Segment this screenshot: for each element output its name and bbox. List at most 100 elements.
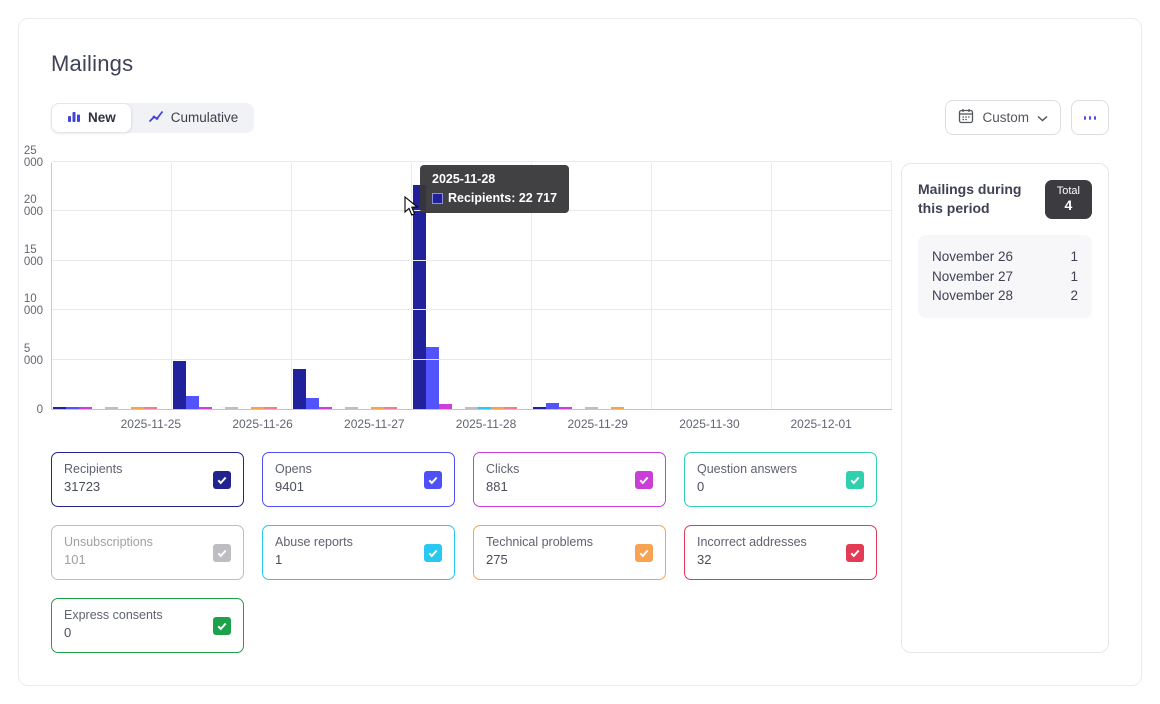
metric-card-incorrect-addresses[interactable]: Incorrect addresses32 [684, 525, 877, 580]
metric-label: Unsubscriptions [64, 535, 231, 549]
bar-opens[interactable] [306, 398, 319, 409]
summary-row-value: 2 [1070, 286, 1078, 306]
bar-opens[interactable] [186, 396, 199, 409]
bar-opens[interactable] [426, 347, 439, 409]
bar-recipients[interactable] [293, 369, 306, 409]
summary-panel: Mailings during this period Total 4 Nove… [901, 163, 1109, 653]
bar-clicks[interactable] [439, 404, 452, 409]
gridline [52, 161, 892, 162]
bar-incorrect-addresses[interactable] [264, 407, 277, 409]
x-axis: 2025-11-252025-11-262025-11-272025-11-28… [95, 410, 877, 431]
bar-clicks[interactable] [319, 407, 332, 409]
metric-checkbox[interactable] [213, 544, 231, 562]
summary-rows: November 261November 271November 282 [918, 235, 1092, 318]
chart-column: 05 00010 00015 00020 00025 000 2025-11-2… [51, 163, 877, 653]
page-title: Mailings [51, 51, 1109, 77]
summary-row-value: 1 [1070, 267, 1078, 287]
bar-unsubscriptions[interactable] [345, 407, 358, 409]
tooltip-text: Recipients: 22 717 [448, 191, 557, 205]
bar-abuse-reports[interactable] [478, 407, 491, 409]
bar-technical-problems[interactable] [251, 407, 264, 409]
bar-incorrect-addresses[interactable] [504, 407, 517, 409]
total-badge: Total 4 [1045, 180, 1092, 219]
metric-checkbox[interactable] [846, 544, 864, 562]
metric-card-question-answers[interactable]: Question answers0 [684, 452, 877, 507]
metric-checkbox[interactable] [846, 471, 864, 489]
bar-opens[interactable] [66, 407, 79, 409]
bar-technical-problems[interactable] [611, 407, 624, 409]
bar-technical-problems[interactable] [131, 407, 144, 409]
y-tick-label: 25 000 [24, 145, 43, 169]
x-tick-label: 2025-11-30 [654, 410, 766, 431]
bar-group-2025-11-26[interactable] [172, 163, 292, 409]
x-tick-label: 2025-11-25 [95, 410, 207, 431]
tooltip-swatch [432, 193, 443, 204]
metric-label: Opens [275, 462, 442, 476]
summary-row-value: 1 [1070, 247, 1078, 267]
metric-value: 0 [697, 479, 864, 494]
metric-card-opens[interactable]: Opens 9401 [262, 452, 455, 507]
bar-technical-problems[interactable] [371, 407, 384, 409]
bar-group-2025-11-30[interactable] [652, 163, 772, 409]
ellipsis-icon [1084, 116, 1086, 120]
metric-checkbox[interactable] [635, 544, 653, 562]
metric-checkbox[interactable] [424, 471, 442, 489]
bar-recipients[interactable] [53, 407, 66, 409]
metric-value: 101 [64, 552, 231, 567]
bar-technical-problems[interactable] [491, 407, 504, 409]
bar-clicks[interactable] [79, 407, 92, 409]
bar-recipients[interactable] [533, 407, 546, 409]
view-toggle-group: New Cumulative [51, 103, 254, 133]
tab-cumulative[interactable]: Cumulative [132, 103, 255, 133]
gridline [52, 309, 892, 310]
metric-card-abuse-reports[interactable]: Abuse reports1 [262, 525, 455, 580]
summary-row: November 261 [932, 247, 1078, 267]
metric-checkbox[interactable] [635, 471, 653, 489]
metric-card-express-consents[interactable]: Express consents0 [51, 598, 244, 653]
bar-clicks[interactable] [199, 407, 212, 409]
bar-group-2025-11-27[interactable] [292, 163, 412, 409]
metric-label: Express consents [64, 608, 231, 622]
chart-tooltip: 2025-11-28 Recipients: 22 717 [420, 165, 569, 213]
bar-unsubscriptions[interactable] [585, 407, 598, 409]
bar-unsubscriptions[interactable] [465, 407, 478, 409]
tab-cumulative-label: Cumulative [171, 110, 239, 125]
bar-clicks[interactable] [559, 407, 572, 409]
total-value: 4 [1057, 197, 1080, 213]
metric-checkbox[interactable] [213, 617, 231, 635]
mailings-chart: 05 00010 00015 00020 00025 000 2025-11-2… [51, 163, 877, 410]
bar-chart-icon [67, 110, 81, 126]
metric-checkbox[interactable] [424, 544, 442, 562]
calendar-icon [958, 108, 974, 127]
toolbar: New Cumulative Custom [51, 100, 1109, 135]
plot-area[interactable]: 2025-11-28 Recipients: 22 717 [51, 163, 892, 410]
mailings-card: Mailings New Cumulative [18, 18, 1142, 686]
toolbar-right: Custom [945, 100, 1109, 135]
content-row: 05 00010 00015 00020 00025 000 2025-11-2… [51, 163, 1109, 653]
bar-group-2025-11-25[interactable] [52, 163, 172, 409]
bar-recipients[interactable] [173, 361, 186, 409]
trend-line-icon [148, 110, 164, 126]
bar-group-2025-12-01[interactable] [772, 163, 892, 409]
x-tick-label: 2025-11-27 [318, 410, 430, 431]
bar-incorrect-addresses[interactable] [384, 407, 397, 409]
bar-unsubscriptions[interactable] [105, 407, 118, 409]
summary-title: Mailings during this period [918, 180, 1035, 218]
bar-opens[interactable] [546, 403, 559, 409]
bar-unsubscriptions[interactable] [225, 407, 238, 409]
metric-checkbox[interactable] [213, 471, 231, 489]
metric-card-clicks[interactable]: Clicks881 [473, 452, 666, 507]
mouse-cursor-icon [404, 196, 419, 222]
metric-value: 9401 [275, 479, 442, 494]
metric-card-recipients[interactable]: Recipients31723 [51, 452, 244, 507]
bar-incorrect-addresses[interactable] [144, 407, 157, 409]
date-range-button[interactable]: Custom [945, 100, 1061, 135]
chevron-down-icon [1037, 110, 1048, 125]
tab-new[interactable]: New [51, 103, 132, 133]
metric-card-unsubscriptions[interactable]: Unsubscriptions 101 [51, 525, 244, 580]
more-options-button[interactable] [1071, 100, 1109, 135]
y-tick-label: 20 000 [24, 194, 43, 218]
summary-row-label: November 28 [932, 286, 1013, 306]
metric-card-technical-problems[interactable]: Technical problems275 [473, 525, 666, 580]
y-tick-label: 10 000 [24, 293, 43, 317]
